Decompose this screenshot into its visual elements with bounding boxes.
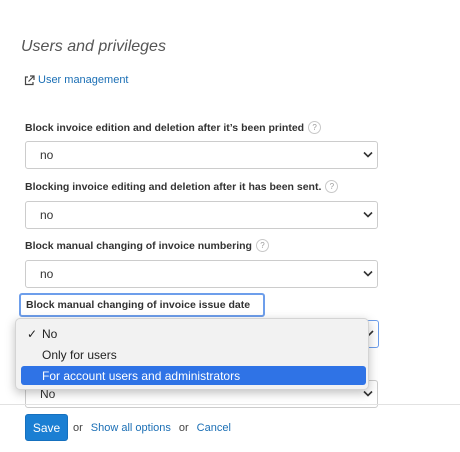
select-block-printed[interactable]: no (25, 141, 378, 169)
chevron-down-icon (363, 270, 373, 277)
help-icon[interactable]: ? (325, 180, 339, 193)
select-value: no (40, 208, 54, 222)
select-block-sent[interactable]: no (25, 201, 378, 229)
or-text: or (178, 421, 189, 434)
dropdown-menu: ✓ No Only for users For account users an… (15, 318, 369, 390)
select-value: no (40, 148, 54, 162)
dropdown-option-no[interactable]: ✓ No (21, 324, 366, 343)
help-icon[interactable]: ? (308, 121, 322, 134)
chevron-down-icon (363, 151, 373, 158)
form-footer: Save or Show all options or Cancel (25, 414, 231, 441)
section-title: Users and privileges (21, 38, 166, 55)
chevron-down-icon (363, 390, 373, 397)
select-value: no (40, 267, 54, 281)
save-button[interactable]: Save (25, 414, 68, 441)
field-label-block-numbering: Block manual changing of invoice numberi… (25, 239, 269, 252)
user-management-link[interactable]: User management (24, 74, 129, 86)
or-text: or (73, 421, 83, 434)
footer-divider (0, 404, 460, 405)
field-label-block-sent: Blocking invoice editing and deletion af… (25, 180, 339, 193)
dropdown-option-only-users[interactable]: Only for users (21, 345, 366, 364)
checkmark-icon: ✓ (27, 326, 38, 341)
user-management-label[interactable]: User management (38, 74, 129, 86)
cancel-link[interactable]: Cancel (197, 422, 231, 434)
external-link-icon (24, 74, 35, 86)
show-all-options-link[interactable]: Show all options (91, 422, 171, 434)
field-label-block-printed: Block invoice edition and deletion after… (25, 121, 322, 134)
chevron-down-icon (363, 211, 373, 218)
help-icon[interactable]: ? (255, 239, 269, 252)
field-label-block-issue-date: Block manual changing of invoice issue d… (19, 293, 265, 317)
dropdown-option-account-users-admins[interactable]: For account users and administrators (21, 366, 366, 385)
select-block-numbering[interactable]: no (25, 260, 378, 288)
